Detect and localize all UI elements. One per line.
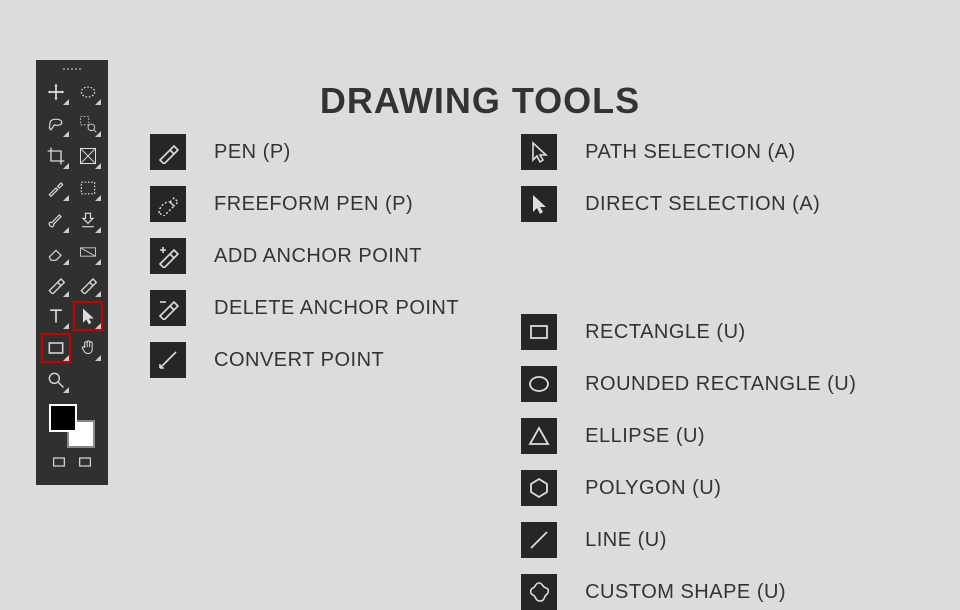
line-label: LINE (U) [585,529,667,552]
legend-column-left: PEN (P) FREEFORM PEN (P) ADD ANCHOR POINT D… [150,134,459,610]
legend-row-custom-shape: CUSTOM SHAPE (U) [521,574,856,610]
screen-mode-icon[interactable] [77,454,93,475]
tools-panel [36,60,108,485]
legend-column-right: PATH SELECTION (A) DIRECT SELECTION (A) RE… [521,134,856,610]
legend-row-add-anchor: ADD ANCHOR POINT [150,238,459,274]
tool-rectangle[interactable] [42,334,70,362]
pen-label: PEN (P) [214,141,291,164]
tool-type[interactable] [42,302,70,330]
line-icon [521,522,557,558]
tool-slice[interactable] [74,142,102,170]
legend-row-rectangle: RECTANGLE (U) [521,314,856,350]
path-selection-icon [521,134,557,170]
rectangle-label: RECTANGLE (U) [585,321,746,344]
rounded-rectangle-icon [521,366,557,402]
tool-pen2[interactable] [74,270,102,298]
tool-gradient[interactable] [74,238,102,266]
convert-point-label: CONVERT POINT [214,349,384,372]
color-swatches[interactable] [49,404,95,448]
add-anchor-label: ADD ANCHOR POINT [214,245,422,268]
tool-zoom[interactable] [42,366,70,394]
legend-row-direct-selection: DIRECT SELECTION (A) [521,186,856,222]
path-selection-label: PATH SELECTION (A) [585,141,796,164]
page-title: DRAWING TOOLS [0,80,960,122]
legend-row-polygon: POLYGON (U) [521,470,856,506]
legend-row-ellipse: ELLIPSE (U) [521,418,856,454]
panel-grip[interactable] [42,68,102,72]
legend-row-delete-anchor: DELETE ANCHOR POINT [150,290,459,326]
custom-shape-icon [521,574,557,610]
tool-brush[interactable] [42,206,70,234]
tool-marquee-ellipse[interactable] [74,78,102,106]
tool-marquee-rect[interactable] [74,174,102,202]
direct-selection-icon [521,186,557,222]
quick-mask-icon[interactable] [51,454,67,475]
direct-selection-label: DIRECT SELECTION (A) [585,193,820,216]
ellipse-icon [521,418,557,454]
legend-row-pen: PEN (P) [150,134,459,170]
tool-eyedropper[interactable] [42,174,70,202]
foreground-color-swatch[interactable] [49,404,77,432]
delete-anchor-label: DELETE ANCHOR POINT [214,297,459,320]
tool-eraser[interactable] [42,238,70,266]
rectangle-icon [521,314,557,350]
tool-path-selection[interactable] [74,302,102,330]
legend-row-line: LINE (U) [521,522,856,558]
pen-icon [150,134,186,170]
freeform-pen-icon [150,186,186,222]
polygon-label: POLYGON (U) [585,477,721,500]
tool-stamp[interactable] [74,206,102,234]
tool-hand[interactable] [74,334,102,362]
tool-move[interactable] [42,78,70,106]
delete-anchor-icon [150,290,186,326]
legend-row-path-selection: PATH SELECTION (A) [521,134,856,170]
tool-pen[interactable] [42,270,70,298]
tool-lasso[interactable] [42,110,70,138]
custom-shape-label: CUSTOM SHAPE (U) [585,581,786,604]
polygon-icon [521,470,557,506]
tool-crop[interactable] [42,142,70,170]
legend-row-rounded-rectangle: ROUNDED RECTANGLE (U) [521,366,856,402]
rounded-rectangle-label: ROUNDED RECTANGLE (U) [585,373,856,396]
freeform-pen-label: FREEFORM PEN (P) [214,193,413,216]
legend-row-convert-point: CONVERT POINT [150,342,459,378]
legend-row-freeform-pen: FREEFORM PEN (P) [150,186,459,222]
ellipse-label: ELLIPSE (U) [585,425,705,448]
tool-spacer [74,366,102,394]
add-anchor-icon [150,238,186,274]
convert-point-icon [150,342,186,378]
tool-quick-select[interactable] [74,110,102,138]
